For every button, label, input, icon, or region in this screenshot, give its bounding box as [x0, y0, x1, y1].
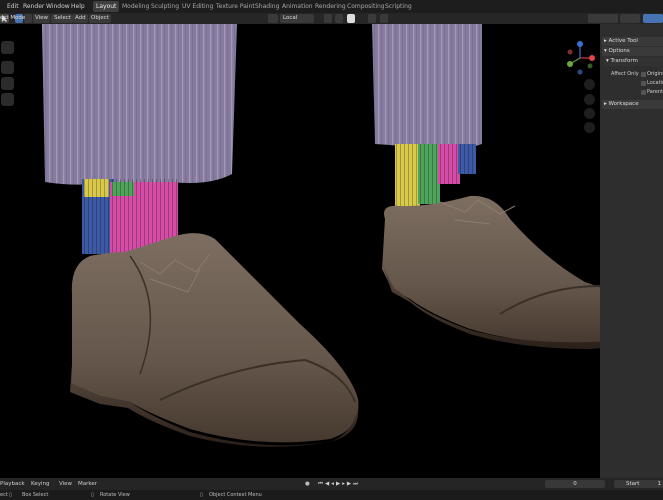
timeline-bar: Playback Keying View Marker ● ⏮◀◂▶▸▶⏭ 0 …: [0, 478, 663, 490]
status-object-context-menu: Object Context Menu: [209, 492, 262, 498]
orientation-label: Local: [283, 15, 298, 21]
options-label: Options: [608, 48, 630, 54]
locations-checkbox[interactable]: [641, 81, 646, 86]
camera-icon[interactable]: [584, 108, 595, 119]
workspace-label: Workspace: [608, 101, 639, 107]
tab-animation[interactable]: Animation: [279, 1, 316, 12]
view-object-types-icon[interactable]: [588, 14, 618, 23]
menu-help[interactable]: Help: [71, 0, 85, 13]
origins-label: Origins: [647, 71, 663, 77]
falloff-icon[interactable]: [380, 14, 388, 23]
status-bar: ect ▯ Box Select ▯ Rotate View ▯ Object …: [0, 490, 663, 500]
pan-hand-icon[interactable]: [584, 94, 595, 105]
menu-add[interactable]: Add: [73, 14, 88, 23]
shoes-render-image: [42, 24, 600, 447]
transform-orientation-icon[interactable]: [268, 14, 278, 23]
shading-mode-icon[interactable]: [643, 14, 663, 23]
playback-controls-icon[interactable]: ⏮◀◂▶▸▶⏭: [318, 478, 360, 490]
tab-scripting[interactable]: Scripting: [382, 1, 415, 12]
start-value: 1: [657, 481, 662, 487]
menu-object[interactable]: Object: [89, 14, 111, 23]
overlays-icon[interactable]: [620, 14, 640, 23]
panel-options[interactable]: ▾ Options: [602, 47, 663, 56]
mouse-icon: ▯: [9, 492, 12, 498]
menu-render[interactable]: Render: [23, 0, 44, 13]
measure-tool-icon[interactable]: [1, 95, 14, 108]
panel-workspace[interactable]: ▸ Workspace: [602, 100, 663, 109]
status-select: ect: [0, 492, 8, 498]
menu-timeline-view[interactable]: View: [59, 478, 72, 490]
record-icon[interactable]: ●: [305, 478, 310, 490]
mouse-middle-icon: ▯: [91, 492, 94, 498]
scale-tool-icon[interactable]: [1, 77, 14, 90]
snap-target-icon[interactable]: [347, 14, 355, 23]
menu-playback[interactable]: Playback: [0, 478, 25, 490]
mouse-right-icon: ▯: [200, 492, 203, 498]
menu-keying[interactable]: Keying: [31, 478, 49, 490]
parents-checkbox[interactable]: [641, 90, 646, 95]
tab-layout[interactable]: Layout: [93, 1, 120, 12]
active-tool-label: Active Tool: [608, 38, 638, 44]
menu-marker[interactable]: Marker: [78, 478, 97, 490]
rotate-tool-icon[interactable]: [1, 61, 14, 74]
mode-dropdown[interactable]: ect Mode: [0, 14, 25, 23]
tab-sculpting[interactable]: Sculpting: [148, 1, 182, 12]
tab-shading[interactable]: Shading: [252, 1, 282, 12]
navigation-gizmo-icon[interactable]: [562, 40, 598, 76]
3d-viewport[interactable]: [0, 24, 600, 478]
menu-view[interactable]: View: [33, 14, 51, 23]
status-box-select: Box Select: [22, 492, 49, 498]
current-frame-value: 0: [573, 481, 577, 487]
panel-transform[interactable]: ▾ Transform: [604, 57, 663, 66]
tab-texture-paint[interactable]: Texture Paint: [213, 1, 258, 12]
status-rotate-view: Rotate View: [100, 492, 130, 498]
top-bar: Edit Render Window Help Layout Modeling …: [0, 0, 663, 13]
cursor-tool-icon[interactable]: [1, 41, 14, 54]
tool-sidebar: ▸ Active Tool ▾ Options ▾ Transform Affe…: [600, 24, 663, 478]
transform-label: Transform: [610, 58, 638, 64]
orientation-dropdown[interactable]: Local: [280, 14, 314, 23]
start-label: Start: [626, 481, 640, 487]
menu-edit[interactable]: Edit: [7, 0, 19, 13]
affect-only-label: Affect Only: [611, 71, 639, 77]
locations-label: Locations: [647, 80, 663, 86]
current-frame-field[interactable]: 0: [545, 480, 605, 488]
origins-checkbox[interactable]: [641, 72, 646, 77]
menu-select[interactable]: Select: [52, 14, 73, 23]
parents-label: Parents: [647, 89, 663, 95]
panel-active-tool[interactable]: ▸ Active Tool: [602, 37, 663, 46]
tab-uv-editing[interactable]: UV Editing: [179, 1, 216, 12]
grid-ortho-icon[interactable]: [584, 122, 595, 133]
menu-window[interactable]: Window: [46, 0, 70, 13]
pivot-icon[interactable]: [324, 14, 332, 23]
zoom-icon[interactable]: [584, 79, 595, 90]
snap-icon[interactable]: [335, 14, 343, 23]
start-frame-field[interactable]: Start 1: [614, 480, 663, 488]
proportional-edit-icon[interactable]: [368, 14, 376, 23]
